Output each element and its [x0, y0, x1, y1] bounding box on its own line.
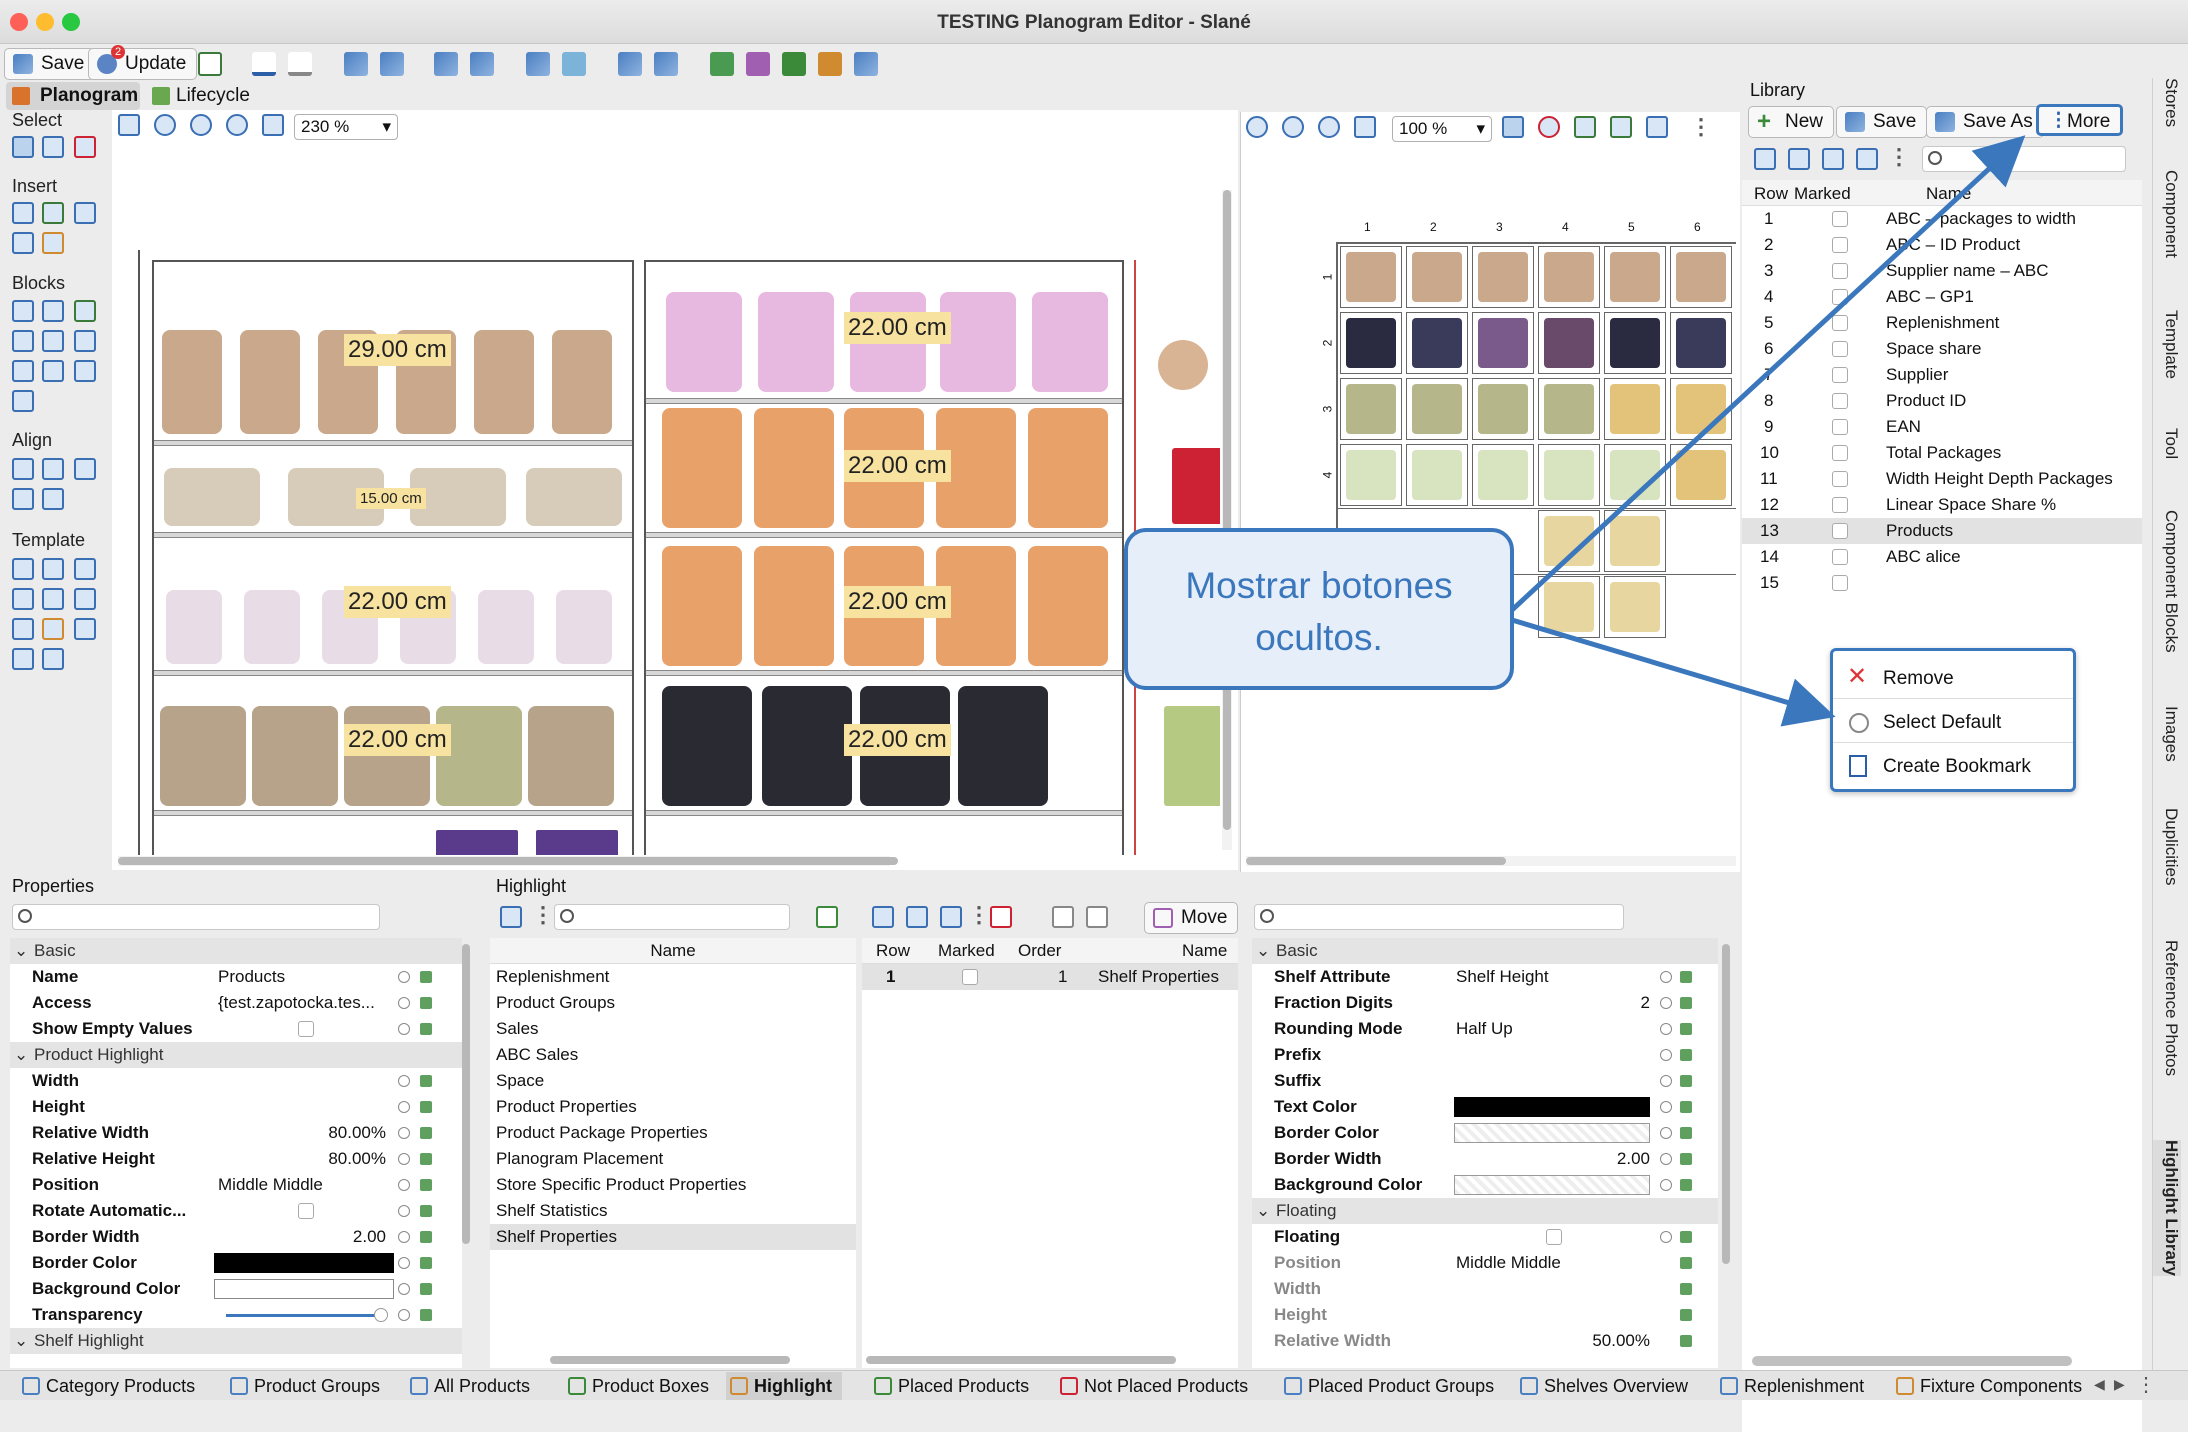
side-tab-highlight-library[interactable]: Highlight Library [2153, 1140, 2181, 1276]
shelf-properties-search-input[interactable] [1254, 904, 1624, 930]
arrow-down-icon[interactable] [1086, 906, 1108, 928]
placed-icon [874, 1377, 892, 1395]
highlight-icon [730, 1377, 748, 1395]
order-table-header: Row Marked Order Name [862, 938, 1238, 964]
side-tab-tool[interactable]: Tool [2153, 428, 2181, 459]
bottom-tab-product-groups[interactable]: Product Groups [226, 1372, 380, 1400]
highlight-item[interactable]: Space [496, 1068, 544, 1094]
search-icon [560, 909, 574, 923]
shelf-properties-grid: ⌄ Basic Shelf Attribute Shelf Height Fract… [1252, 938, 1718, 1368]
arrow-up-icon[interactable] [1052, 906, 1074, 928]
bottom-tab-placed-products[interactable]: Placed Products [870, 1372, 1029, 1400]
highlight-order-panel: ⋮ Move Row Marked Order Name 1 1 Shelf P… [862, 872, 1242, 1372]
shelf-properties-panel: ⌄ Basic Shelf Attribute Shelf Height Fract… [1246, 872, 1742, 1372]
horizontal-scrollbar[interactable] [550, 1356, 790, 1364]
arrow-right-icon[interactable] [816, 906, 838, 928]
table-settings-icon[interactable] [500, 906, 522, 928]
highlight-item-selected[interactable]: Shelf Properties [490, 1224, 856, 1250]
highlight-item[interactable]: Sales [496, 1016, 539, 1042]
bottom-tab-replenishment[interactable]: Replenishment [1716, 1372, 1864, 1400]
more-options-icon[interactable]: ⋮ [532, 902, 554, 928]
side-tab-stores[interactable]: Stores [2153, 78, 2181, 127]
properties-search-input[interactable] [12, 904, 380, 930]
horizontal-scrollbar[interactable] [866, 1356, 1176, 1364]
highlight-title: Highlight [496, 876, 567, 896]
search-icon [1260, 909, 1274, 923]
highlight-item[interactable]: Planogram Placement [496, 1146, 663, 1172]
bottom-tab-not-placed-products[interactable]: Not Placed Products [1056, 1372, 1248, 1400]
duplicate-icon[interactable] [940, 906, 962, 928]
highlight-name-header: Name [490, 938, 856, 964]
highlight-item[interactable]: Product Properties [496, 1094, 637, 1120]
highlight-item[interactable]: Shelf Statistics [496, 1198, 608, 1224]
highlight-order-table: Row Marked Order Name 1 1 Shelf Properti… [862, 938, 1238, 1368]
tab-scroll-right-icon[interactable]: ▶ [2114, 1376, 2125, 1393]
boxes-icon [568, 1377, 586, 1395]
side-tab-images[interactable]: Images [2153, 706, 2181, 762]
property-reset-icons [10, 938, 462, 1368]
highlight-item[interactable]: Product Package Properties [496, 1120, 708, 1146]
side-tab-component[interactable]: Component [2153, 170, 2181, 258]
bottom-tab-highlight[interactable]: Highlight [726, 1372, 842, 1400]
products-icon [410, 1377, 428, 1395]
side-tab-duplicities[interactable]: Duplicities [2153, 808, 2181, 885]
bottom-tab-category-products[interactable]: Category Products [18, 1372, 195, 1400]
placed-groups-icon [1284, 1377, 1302, 1395]
more-options-icon[interactable]: ⋮ [968, 902, 990, 928]
move-button[interactable]: Move [1144, 902, 1239, 934]
vertical-scrollbar[interactable] [1722, 944, 1730, 1264]
shelves-icon [1520, 1377, 1538, 1395]
property-reset-icons [1252, 938, 1718, 1368]
highlight-search-input[interactable] [554, 904, 790, 930]
properties-title: Properties [12, 876, 95, 896]
bottom-tab-placed-product-groups[interactable]: Placed Product Groups [1280, 1372, 1494, 1400]
highlight-item[interactable]: Product Groups [496, 990, 615, 1016]
highlight-item[interactable]: Store Specific Product Properties [496, 1172, 746, 1198]
highlight-item[interactable]: Replenishment [496, 964, 609, 990]
move-icon [1153, 908, 1173, 928]
arrow-left-icon[interactable] [990, 906, 1012, 928]
replenishment-icon [1720, 1377, 1738, 1395]
highlight-item[interactable]: ABC Sales [496, 1042, 578, 1068]
not-placed-icon [1060, 1377, 1078, 1395]
row-marked-checkbox[interactable] [962, 969, 978, 985]
groups-icon [230, 1377, 248, 1395]
more-tabs-icon[interactable]: ⋮ [2136, 1372, 2156, 1397]
check-all-icon[interactable] [872, 906, 894, 928]
highlight-list: Name Replenishment Product Groups Sales … [490, 938, 856, 1368]
copy-icon[interactable] [906, 906, 928, 928]
fixture-components-icon [1896, 1377, 1914, 1395]
tab-scroll-left-icon[interactable]: ◀ [2094, 1376, 2105, 1393]
side-tab-component-blocks[interactable]: Component Blocks [2153, 510, 2181, 653]
bottom-tab-fixture-components[interactable]: Fixture Components [1892, 1372, 2082, 1400]
bottom-tab-product-boxes[interactable]: Product Boxes [564, 1372, 709, 1400]
side-tab-template[interactable]: Template [2153, 310, 2181, 379]
category-icon [22, 1377, 40, 1395]
side-tab-reference-photos[interactable]: Reference Photos [2153, 940, 2181, 1076]
properties-panel: Properties ⌄ Basic Name Products Access {te… [0, 872, 478, 1372]
properties-grid: ⌄ Basic Name Products Access {test.zapotock… [10, 938, 462, 1368]
search-icon [18, 909, 32, 923]
vertical-scrollbar[interactable] [462, 944, 470, 1244]
bottom-tab-all-products[interactable]: All Products [406, 1372, 530, 1400]
highlight-panel: Highlight ⋮ Name Replenishment Product G… [490, 872, 860, 1372]
bottom-tab-shelves-overview[interactable]: Shelves Overview [1516, 1372, 1688, 1400]
order-table-row[interactable]: 1 1 Shelf Properties [862, 964, 1238, 990]
